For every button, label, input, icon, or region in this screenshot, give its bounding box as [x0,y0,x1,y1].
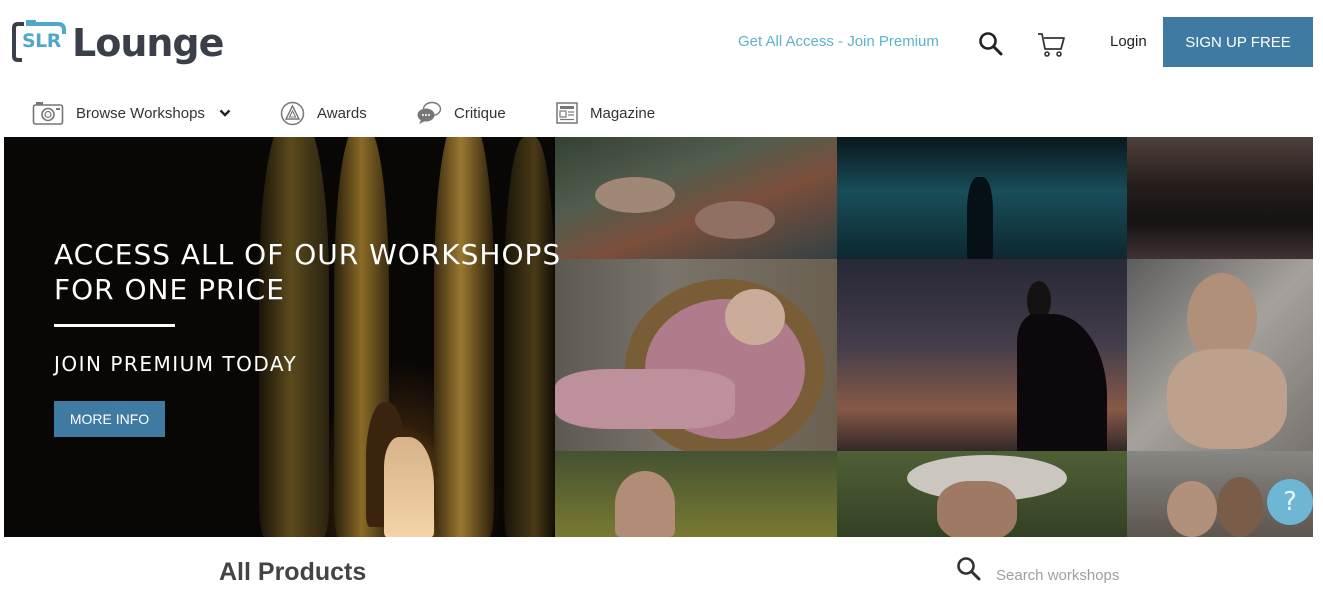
hero-subtitle: JOIN PREMIUM TODAY [54,352,298,376]
all-products-heading: All Products [219,558,367,586]
slrlounge-logo[interactable]: SLR Lounge [12,14,224,70]
cart-icon[interactable] [1036,30,1066,58]
nav-label: Magazine [590,104,656,122]
magazine-icon [556,102,578,124]
nav-label: Critique [454,104,506,122]
login-link[interactable]: Login [1110,33,1147,50]
chevron-down-icon[interactable] [219,108,231,118]
main-nav: Browse Workshops Awards Critique Magazin… [0,90,1323,136]
nav-critique[interactable]: Critique [416,90,506,136]
nav-label: Awards [317,104,367,122]
hero-banner: ACCESS ALL OF OUR WORKSHOPS FOR ONE PRIC… [4,137,1313,537]
chat-icon [417,101,442,124]
more-info-button[interactable]: MORE INFO [54,401,165,437]
logo-wordmark: Lounge [72,21,224,65]
help-button[interactable]: ? [1267,479,1313,525]
logo-slr-text: SLR [22,30,61,52]
search-icon[interactable] [978,30,1004,58]
award-icon [280,101,305,125]
hero-title-line: FOR ONE PRICE [54,273,285,306]
join-premium-link[interactable]: Get All Access - Join Premium [738,33,939,50]
nav-magazine[interactable]: Magazine [556,90,655,136]
logo-mark: SLR [12,20,68,64]
hero-title: ACCESS ALL OF OUR WORKSHOPS FOR ONE PRIC… [54,237,614,307]
workshop-search-input[interactable] [996,562,1196,588]
hero-couple-photo [4,137,555,537]
nav-browse-workshops[interactable]: Browse Workshops [32,90,231,136]
nav-awards[interactable]: Awards [280,90,367,136]
hero-divider [54,324,175,327]
nav-label: Browse Workshops [76,104,205,122]
camera-icon [32,102,64,125]
signup-button[interactable]: SIGN UP FREE [1163,17,1313,67]
hero-title-line: ACCESS ALL OF OUR WORKSHOPS [54,238,562,271]
hero-photo-grid [555,137,1313,537]
site-header: SLR Lounge Get All Access - Join Premium… [0,0,1323,90]
grid-overlay [555,137,1313,537]
search-icon[interactable] [956,556,982,582]
